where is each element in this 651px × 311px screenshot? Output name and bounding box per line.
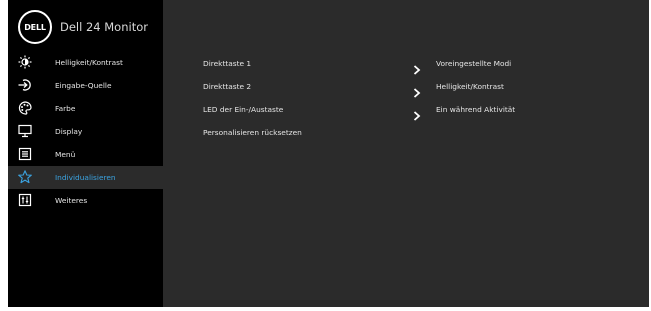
setting-value: Voreingestellte Modi: [436, 59, 512, 68]
monitor-title: Dell 24 Monitor: [60, 20, 148, 34]
sidebar-item-label: Individualisieren: [55, 173, 116, 182]
setting-label: Direkttaste 1: [203, 59, 252, 68]
sidebar-item-personalize[interactable]: Individualisieren: [8, 166, 163, 189]
setting-value: Helligkeit/Kontrast: [436, 82, 504, 91]
sidebar-item-menu[interactable]: Menü: [8, 143, 163, 166]
sidebar-menu: Helligkeit/Kontrast Eingabe-Quelle Farbe…: [8, 51, 163, 212]
sidebar-item-label: Farbe: [55, 104, 76, 113]
setting-row-reset-personalization[interactable]: Personalisieren rücksetzen: [203, 128, 603, 142]
dell-logo: DELL: [18, 10, 52, 44]
palette-icon: [18, 101, 32, 115]
chevron-right-icon: [413, 83, 421, 98]
setting-label: Direkttaste 2: [203, 82, 252, 91]
sidebar-item-brightness-contrast[interactable]: Helligkeit/Kontrast: [8, 51, 163, 74]
sidebar-item-others[interactable]: Weiteres: [8, 189, 163, 212]
sidebar: DELL Dell 24 Monitor Helligkeit/Kontrast…: [8, 0, 163, 307]
sidebar-item-color[interactable]: Farbe: [8, 97, 163, 120]
setting-row-shortcut-key-1[interactable]: Direkttaste 1 Voreingestellte Modi: [203, 59, 603, 75]
brightness-icon: [18, 55, 32, 69]
star-icon: [18, 170, 32, 184]
setting-row-power-button-led[interactable]: LED der Ein-/Austaste Ein während Aktivi…: [203, 105, 603, 121]
menu-icon: [18, 147, 32, 161]
sidebar-item-label: Eingabe-Quelle: [55, 81, 112, 90]
others-icon: [18, 193, 32, 207]
setting-label: Personalisieren rücksetzen: [203, 128, 302, 137]
setting-row-shortcut-key-2[interactable]: Direkttaste 2 Helligkeit/Kontrast: [203, 82, 603, 98]
sidebar-item-input-source[interactable]: Eingabe-Quelle: [8, 74, 163, 97]
chevron-right-icon: [413, 60, 421, 75]
display-icon: [18, 124, 32, 138]
input-source-icon: [18, 78, 32, 92]
sidebar-item-label: Helligkeit/Kontrast: [55, 58, 123, 67]
sidebar-item-display[interactable]: Display: [8, 120, 163, 143]
sidebar-item-label: Weiteres: [55, 196, 88, 205]
setting-value: Ein während Aktivität: [436, 105, 516, 114]
setting-label: LED der Ein-/Austaste: [203, 105, 284, 114]
chevron-right-icon: [413, 106, 421, 121]
sidebar-item-label: Display: [55, 127, 83, 136]
sidebar-item-label: Menü: [55, 150, 76, 159]
osd-window: DELL Dell 24 Monitor Helligkeit/Kontrast…: [8, 0, 649, 307]
brand-header: DELL Dell 24 Monitor: [18, 9, 148, 45]
